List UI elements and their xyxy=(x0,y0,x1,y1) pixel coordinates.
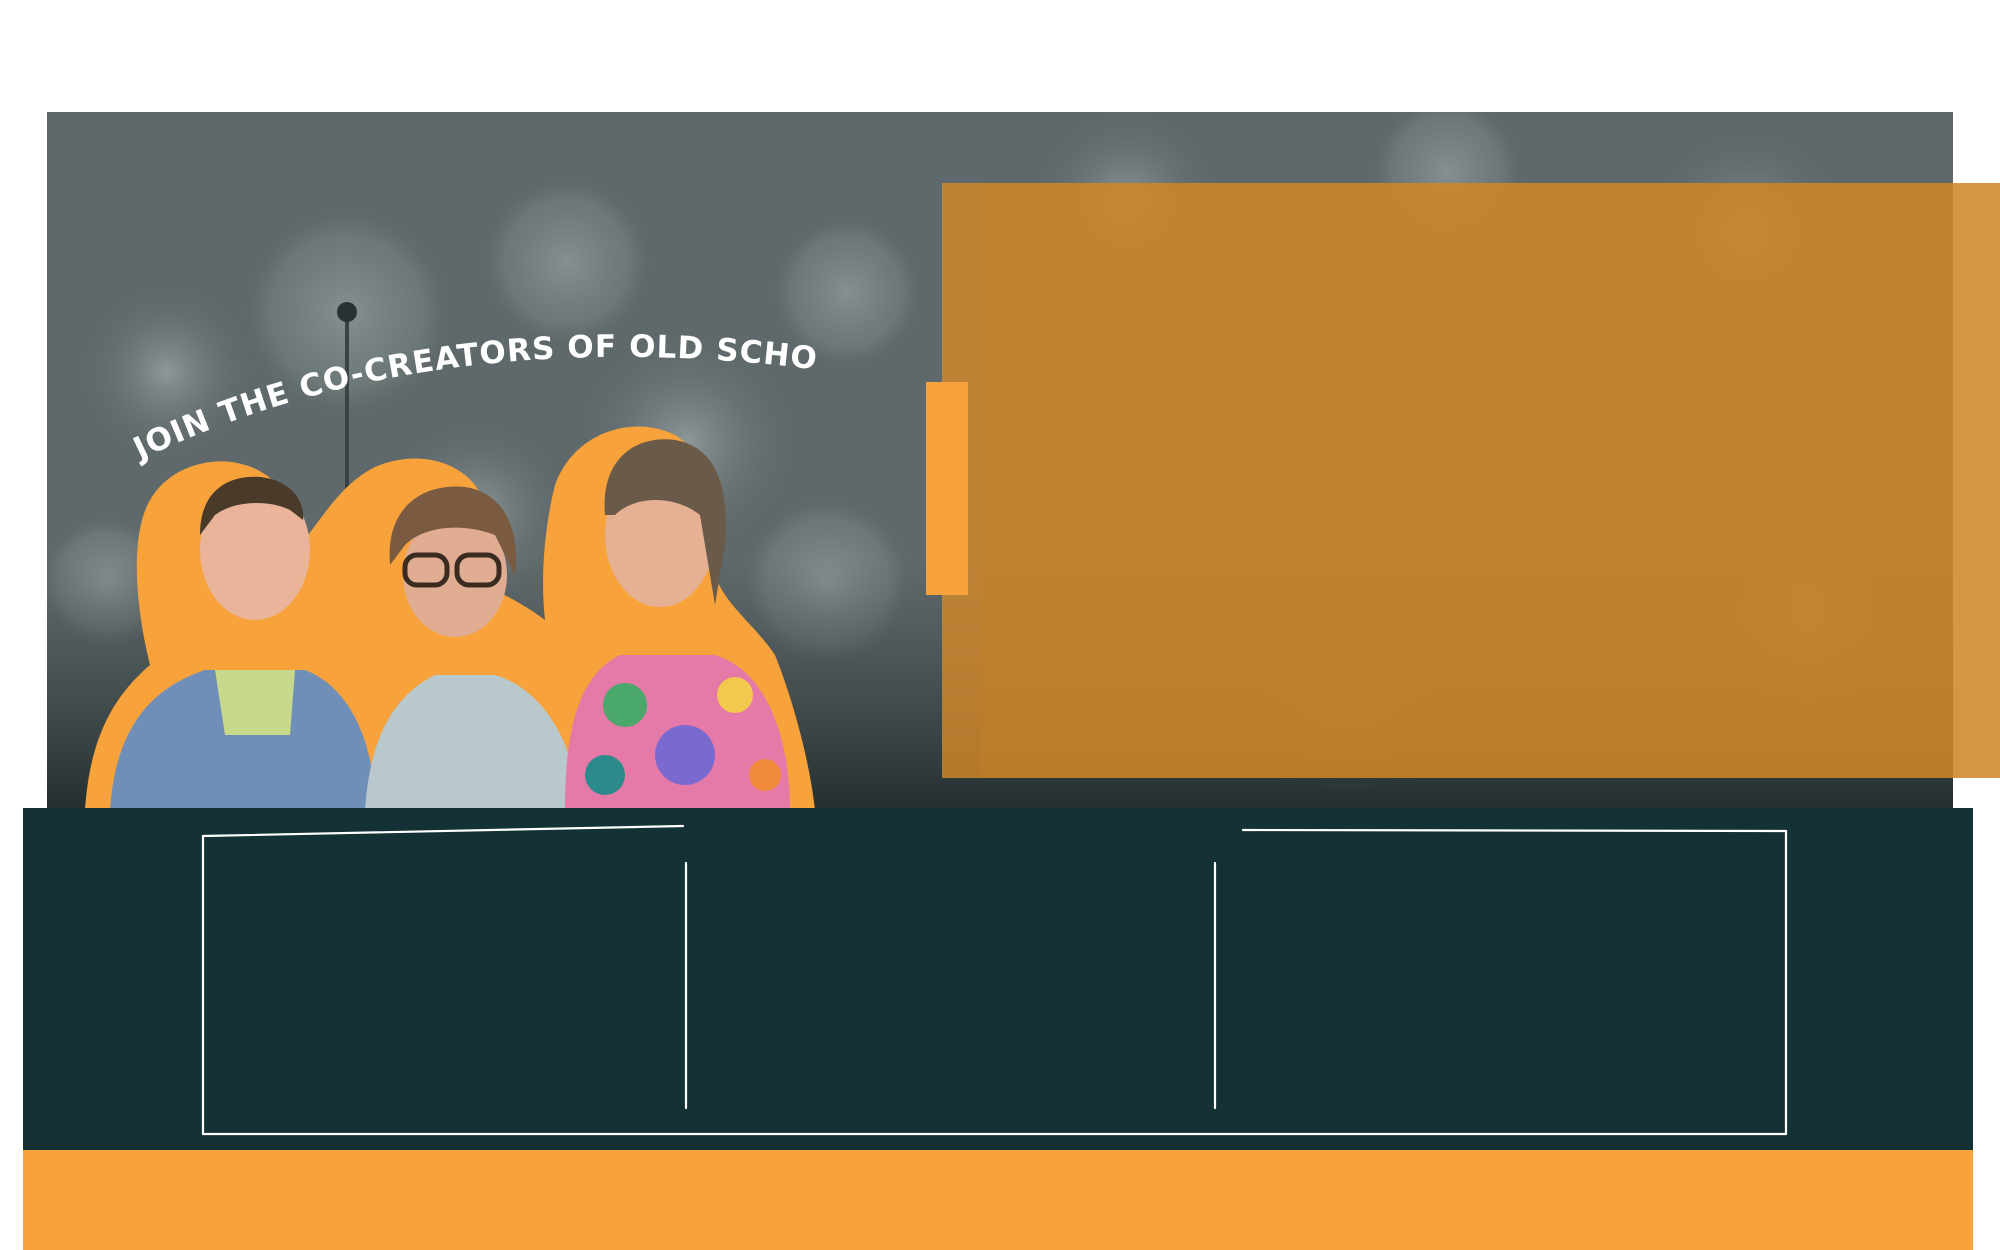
people-photo xyxy=(85,426,815,810)
stat-card-2 xyxy=(690,830,1190,1130)
stat-card-3 xyxy=(1220,830,1760,1130)
page: JOIN THE CO-CREATORS OF OLD SCHOOL xyxy=(0,0,2000,1250)
hero-orange-panel-overlay xyxy=(980,183,2000,778)
footer-orange-band xyxy=(23,1150,1973,1250)
stat-card-1 xyxy=(203,830,663,1130)
